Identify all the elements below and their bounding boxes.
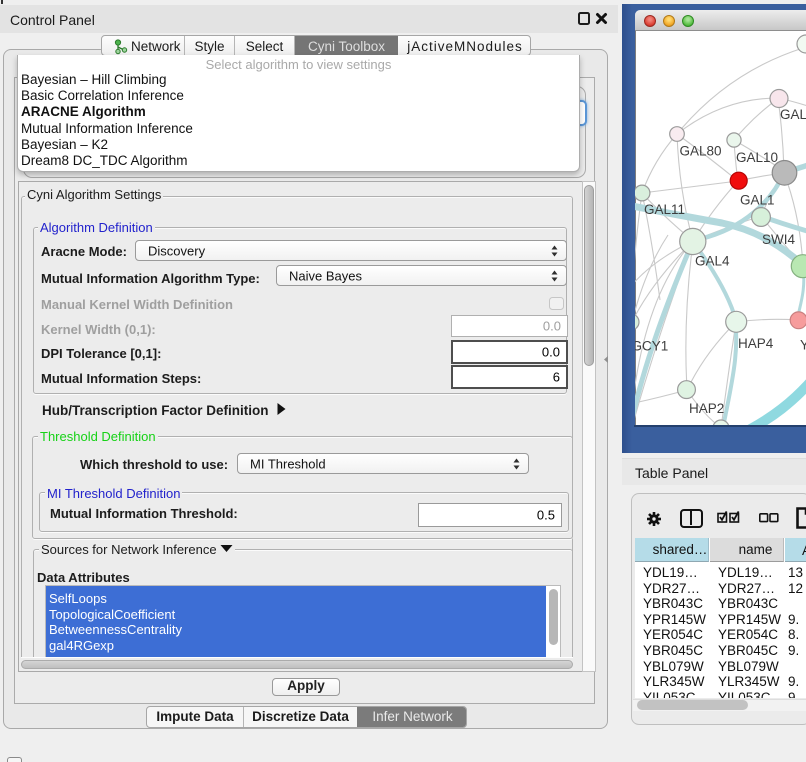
- svg-text:HAP2: HAP2: [689, 401, 724, 416]
- svg-text:GAL1: GAL1: [740, 193, 775, 208]
- svg-text:GAL11: GAL11: [644, 202, 685, 217]
- svg-text:GCY1: GCY1: [635, 339, 668, 354]
- svg-text:GAL…: GAL…: [780, 107, 806, 122]
- svg-text:SWI4: SWI4: [762, 232, 795, 247]
- svg-text:GAL10: GAL10: [736, 150, 778, 165]
- svg-text:Y: Y: [800, 338, 806, 353]
- svg-text:GAL80: GAL80: [680, 144, 722, 159]
- svg-text:GAL4: GAL4: [695, 254, 730, 269]
- svg-text:HAP4: HAP4: [738, 336, 774, 351]
